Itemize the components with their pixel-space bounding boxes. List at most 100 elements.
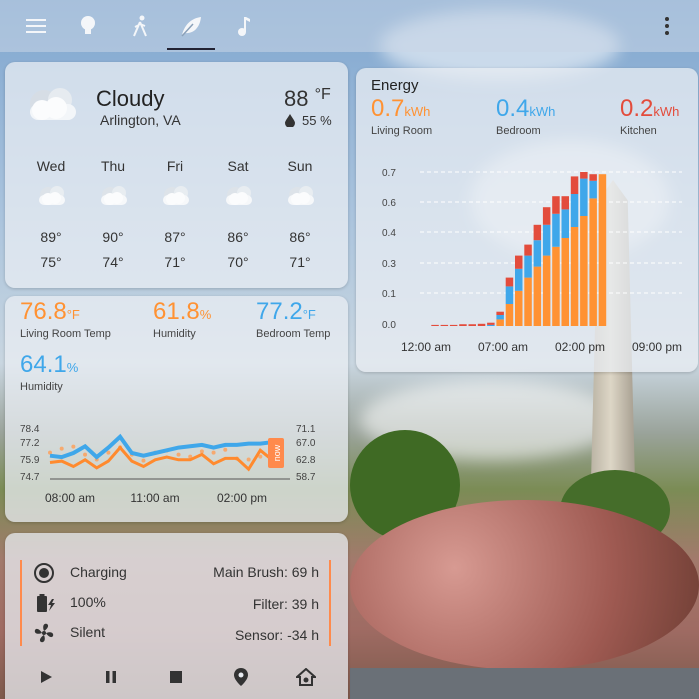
y-axis-right-tick: 62.8 (296, 455, 316, 466)
cloudy-icon (97, 182, 131, 213)
energy-unit: kWh (529, 104, 556, 119)
humidity-point (211, 450, 216, 455)
battery-charging-icon (34, 592, 56, 619)
y-axis-tick: 0.1 (382, 289, 396, 300)
energy-bar-kitchen (533, 224, 542, 241)
energy-bar-living-room (515, 290, 523, 326)
energy-bar-living-room (542, 255, 551, 326)
forecast-low: 74° (102, 254, 124, 270)
y-axis-tick: 0.4 (382, 228, 396, 239)
energy-label: Kitchen (620, 125, 657, 137)
sensor-unit: % (66, 360, 79, 375)
sensor-value: 64.1 (20, 351, 67, 378)
energy-bar-kitchen (505, 277, 514, 287)
more-vert-icon[interactable] (653, 12, 681, 40)
energy-reading: 0.4kWh Bedroom (496, 95, 555, 137)
sensor-value: 61.8 (153, 298, 200, 325)
sensor-unit: °F (66, 307, 80, 322)
sensor-value: 76.8 (20, 298, 67, 325)
y-axis-left-tick: 74.7 (20, 472, 40, 483)
sensor-label: Humidity (20, 381, 63, 393)
energy-bar-chart[interactable]: 0.7 0.6 0.4 0.3 0.1 0.0 12:00 am 07:00 am 02:00 … (370, 160, 695, 365)
forecast-day-name: Sun (287, 158, 313, 174)
energy-bar-bedroom (589, 180, 597, 199)
sensor-label: Living Room Temp (20, 328, 111, 340)
energy-bar-living-room (524, 277, 532, 326)
energy-bar-bedroom (496, 315, 504, 320)
walking-person-icon[interactable] (126, 12, 154, 40)
cloudy-icon (159, 182, 193, 213)
humidity-value: 55 % (302, 113, 332, 128)
now-label: now (272, 444, 282, 461)
accent-line-right (329, 560, 331, 646)
filter-hours: Filter: 39 h (252, 596, 319, 612)
energy-bar-bedroom (561, 209, 569, 238)
energy-bar-kitchen (468, 324, 476, 326)
y-axis-left-tick: 78.4 (20, 424, 40, 435)
locate-icon[interactable] (229, 665, 253, 689)
energy-value: 0.7 (371, 95, 405, 122)
humidity-point (141, 458, 146, 463)
x-axis-tick: 07:00 am (478, 340, 528, 354)
energy-bar-living-room (598, 174, 607, 326)
fan-icon (33, 622, 55, 649)
forecast-day-name: Sat (227, 158, 249, 174)
humidity-point (83, 452, 88, 457)
energy-bar-kitchen (477, 323, 486, 326)
y-axis-right-tick: 67.0 (296, 438, 316, 449)
sensor-unit: % (199, 307, 212, 322)
cloudy-icon (22, 82, 82, 129)
sensor-hours: Sensor: -34 h (234, 627, 319, 643)
energy-bar-kitchen (449, 324, 458, 326)
humidity-point (223, 447, 228, 452)
current-humidity: 55 % (284, 113, 332, 128)
energy-bar-kitchen (561, 196, 569, 210)
sensor-label: Humidity (153, 328, 196, 340)
energy-bar-kitchen (552, 196, 560, 214)
music-note-icon[interactable] (228, 12, 256, 40)
return-home-icon[interactable] (294, 665, 318, 689)
energy-reading: 0.2kWh Kitchen (620, 95, 679, 137)
stop-icon[interactable] (164, 665, 188, 689)
energy-bar-kitchen (589, 174, 597, 181)
humidity-point (59, 446, 64, 451)
sensor-value: 77.2 (256, 298, 303, 325)
energy-bar-kitchen (524, 244, 532, 256)
current-temperature: 88 °F (284, 86, 331, 112)
top-bar (0, 0, 699, 52)
sensor-reading: 76.8°F Living Room Temp (20, 298, 111, 340)
cherry-trees (350, 500, 699, 670)
energy-bar-kitchen (542, 207, 551, 225)
vacuum-status: Charging (70, 564, 127, 580)
energy-bar-kitchen (431, 324, 439, 326)
weather-condition: Cloudy (96, 86, 165, 111)
leaf-icon[interactable] (177, 12, 205, 40)
energy-bar-kitchen (580, 172, 588, 179)
energy-unit: kWh (404, 104, 431, 119)
energy-bar-living-room (552, 246, 560, 326)
humidity-point (246, 457, 251, 462)
sensor-label: Bedroom Temp (256, 328, 331, 340)
energy-bar-living-room (496, 319, 504, 326)
sensor-history-chart[interactable]: 78.4 77.2 75.9 74.7 71.1 67.0 62.8 58.7 08:00 am… (18, 418, 328, 508)
energy-bar-bedroom (524, 255, 532, 278)
menu-icon[interactable] (22, 12, 50, 40)
energy-reading: 0.7kWh Living Room (371, 95, 432, 137)
forecast-high: 87° (164, 229, 186, 245)
sensor-unit: °F (302, 307, 316, 322)
x-axis-tick: 09:00 pm (632, 340, 682, 354)
y-axis-right-tick: 71.1 (296, 424, 316, 435)
cloudy-icon (284, 182, 318, 213)
pause-icon[interactable] (99, 665, 123, 689)
play-icon[interactable] (34, 665, 58, 689)
accent-line-left (20, 560, 22, 646)
energy-label: Living Room (371, 125, 433, 137)
lightbulb-icon[interactable] (74, 12, 102, 40)
energy-bar-kitchen (440, 324, 449, 326)
x-axis-tick: 02:00 pm (217, 491, 267, 505)
y-axis-left-tick: 75.9 (20, 455, 40, 466)
forecast-high: 86° (227, 229, 249, 245)
humidity-drop-icon (285, 114, 295, 128)
humidity-point (176, 452, 181, 457)
x-axis-tick: 08:00 am (45, 491, 95, 505)
